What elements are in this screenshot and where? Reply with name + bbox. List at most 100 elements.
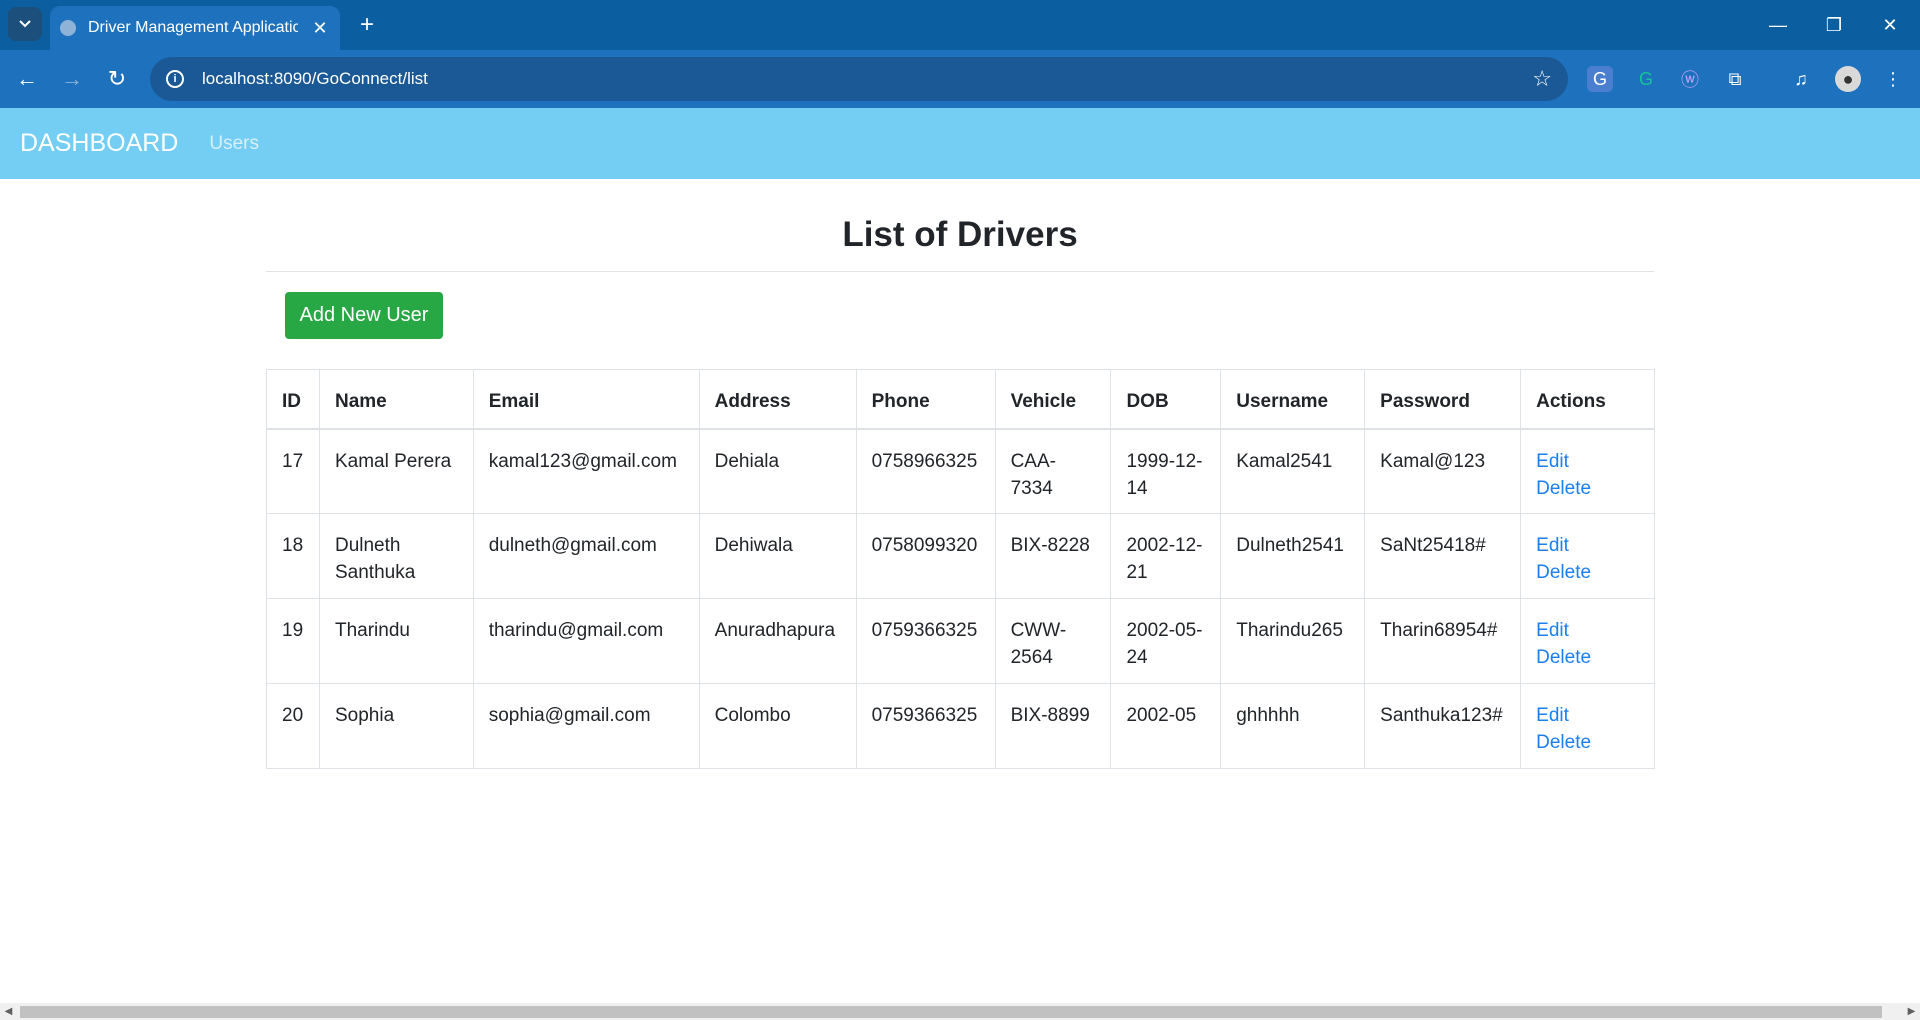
star-icon[interactable]: ☆ [1532,66,1552,92]
horizontal-scrollbar[interactable]: ◀ ▶ [0,1003,1920,1020]
col-header-id: ID [266,369,320,430]
cell-email: tharindu@gmail.com [472,598,700,684]
col-header-password: Password [1364,369,1522,430]
delete-link[interactable]: Delete [1536,559,1639,586]
cell-address: Anuradhapura [698,598,857,684]
table-row: 19 Tharindu tharindu@gmail.com Anuradhap… [266,598,1655,684]
forward-button[interactable]: → [54,61,90,97]
page-title: List of Drivers [842,215,1078,254]
cell-username: Kamal2541 [1220,428,1366,514]
cell-id: 19 [266,598,320,684]
cell-email: sophia@gmail.com [472,683,700,769]
close-window-icon: ✕ [1882,14,1898,35]
cell-password: Kamal@123 [1364,428,1522,514]
cell-actions: Edit Delete [1520,598,1655,684]
translate-icon[interactable]: G [1587,66,1613,92]
tab-search-button[interactable] [8,7,42,41]
table-row: 20 Sophia sophia@gmail.com Colombo 07593… [266,683,1655,769]
menu-dots-icon[interactable]: ⋮ [1880,66,1906,92]
cell-dob: 2002-05 [1110,683,1222,769]
delete-link[interactable]: Delete [1536,475,1639,502]
scroll-right-icon[interactable]: ▶ [1903,1003,1920,1020]
cell-username: ghhhhh [1220,683,1366,769]
new-tab-button[interactable]: + [352,10,382,40]
scroll-left-icon[interactable]: ◀ [0,1003,17,1020]
add-new-user-button[interactable]: Add New User [285,292,443,339]
info-icon[interactable]: i [166,70,184,88]
drivers-table: ID Name Email Address Phone Vehicle DOB … [266,369,1655,769]
url-text[interactable]: localhost:8090/GoConnect/list [202,69,428,89]
table-header-row: ID Name Email Address Phone Vehicle DOB … [266,369,1655,430]
cell-username: Tharindu265 [1220,598,1366,684]
puzzle-icon[interactable]: ⧉ [1722,66,1748,92]
grammarly-icon[interactable]: G [1633,66,1659,92]
arrow-right-icon: → [61,66,83,91]
col-header-phone: Phone [855,369,996,430]
cell-vehicle: CAA-7334 [994,428,1112,514]
reload-icon: ↻ [107,66,127,91]
cell-actions: Edit Delete [1520,428,1655,514]
cell-password: Tharin68954# [1364,598,1522,684]
close-window-button[interactable]: ✕ [1862,0,1918,50]
cell-id: 17 [266,428,320,514]
edit-link[interactable]: Edit [1536,448,1639,475]
media-icon[interactable]: ♫ [1788,66,1814,92]
browser-tabstrip: Driver Management Application ✕ + — ❐ ✕ [0,0,1920,50]
cell-id: 20 [266,683,320,769]
address-bar[interactable]: i localhost:8090/GoConnect/list ☆ [150,57,1568,101]
cell-name: Dulneth Santhuka [318,513,474,599]
cell-address: Colombo [698,683,857,769]
cell-actions: Edit Delete [1520,683,1655,769]
col-header-username: Username [1220,369,1366,430]
close-icon[interactable]: ✕ [310,18,330,39]
cell-phone: 0758099320 [855,513,996,599]
edit-link[interactable]: Edit [1536,617,1639,644]
cell-dob: 1999-12-14 [1110,428,1222,514]
restore-icon: ❐ [1825,14,1843,35]
cell-vehicle: BIX-8899 [994,683,1112,769]
col-header-email: Email [472,369,700,430]
back-button[interactable]: ← [9,61,45,97]
minimize-button[interactable]: — [1750,0,1806,50]
edit-link[interactable]: Edit [1536,532,1639,559]
globe-icon [60,20,76,36]
cell-phone: 0759366325 [855,598,996,684]
app-navbar: DASHBOARD Users [0,108,1920,179]
cell-name: Sophia [318,683,474,769]
cell-name: Tharindu [318,598,474,684]
col-header-address: Address [698,369,857,430]
cell-phone: 0759366325 [855,683,996,769]
cell-email: dulneth@gmail.com [472,513,700,599]
cell-id: 18 [266,513,320,599]
nav-link-users[interactable]: Users [209,133,259,155]
cell-address: Dehiala [698,428,857,514]
cell-dob: 2002-12-21 [1110,513,1222,599]
delete-link[interactable]: Delete [1536,729,1639,756]
cell-vehicle: BIX-8228 [994,513,1112,599]
col-header-name: Name [318,369,474,430]
cell-password: SaNt25418# [1364,513,1522,599]
browser-toolbar: ← → ↻ i localhost:8090/GoConnect/list ☆ … [0,50,1920,108]
reload-button[interactable]: ↻ [99,61,135,97]
cell-actions: Edit Delete [1520,513,1655,599]
col-header-actions: Actions [1520,369,1655,430]
chevron-down-icon [19,20,31,28]
restore-button[interactable]: ❐ [1806,0,1862,50]
cell-address: Dehiwala [698,513,857,599]
cell-name: Kamal Perera [318,428,474,514]
table-row: 17 Kamal Perera kamal123@gmail.com Dehia… [266,428,1655,514]
cell-password: Santhuka123# [1364,683,1522,769]
browser-tab-active[interactable]: Driver Management Application ✕ [50,6,340,50]
profile-avatar-icon[interactable]: ● [1835,66,1861,92]
w-extension-icon[interactable]: ⓦ [1677,66,1703,92]
edit-link[interactable]: Edit [1536,702,1639,729]
plus-icon: + [359,11,374,38]
cell-dob: 2002-05-24 [1110,598,1222,684]
arrow-left-icon: ← [16,66,38,91]
navbar-brand[interactable]: DASHBOARD [20,129,178,158]
scrollbar-thumb[interactable] [20,1006,1882,1018]
delete-link[interactable]: Delete [1536,644,1639,671]
cell-username: Dulneth2541 [1220,513,1366,599]
table-row: 18 Dulneth Santhuka dulneth@gmail.com De… [266,513,1655,599]
tab-title: Driver Management Application [88,19,298,36]
